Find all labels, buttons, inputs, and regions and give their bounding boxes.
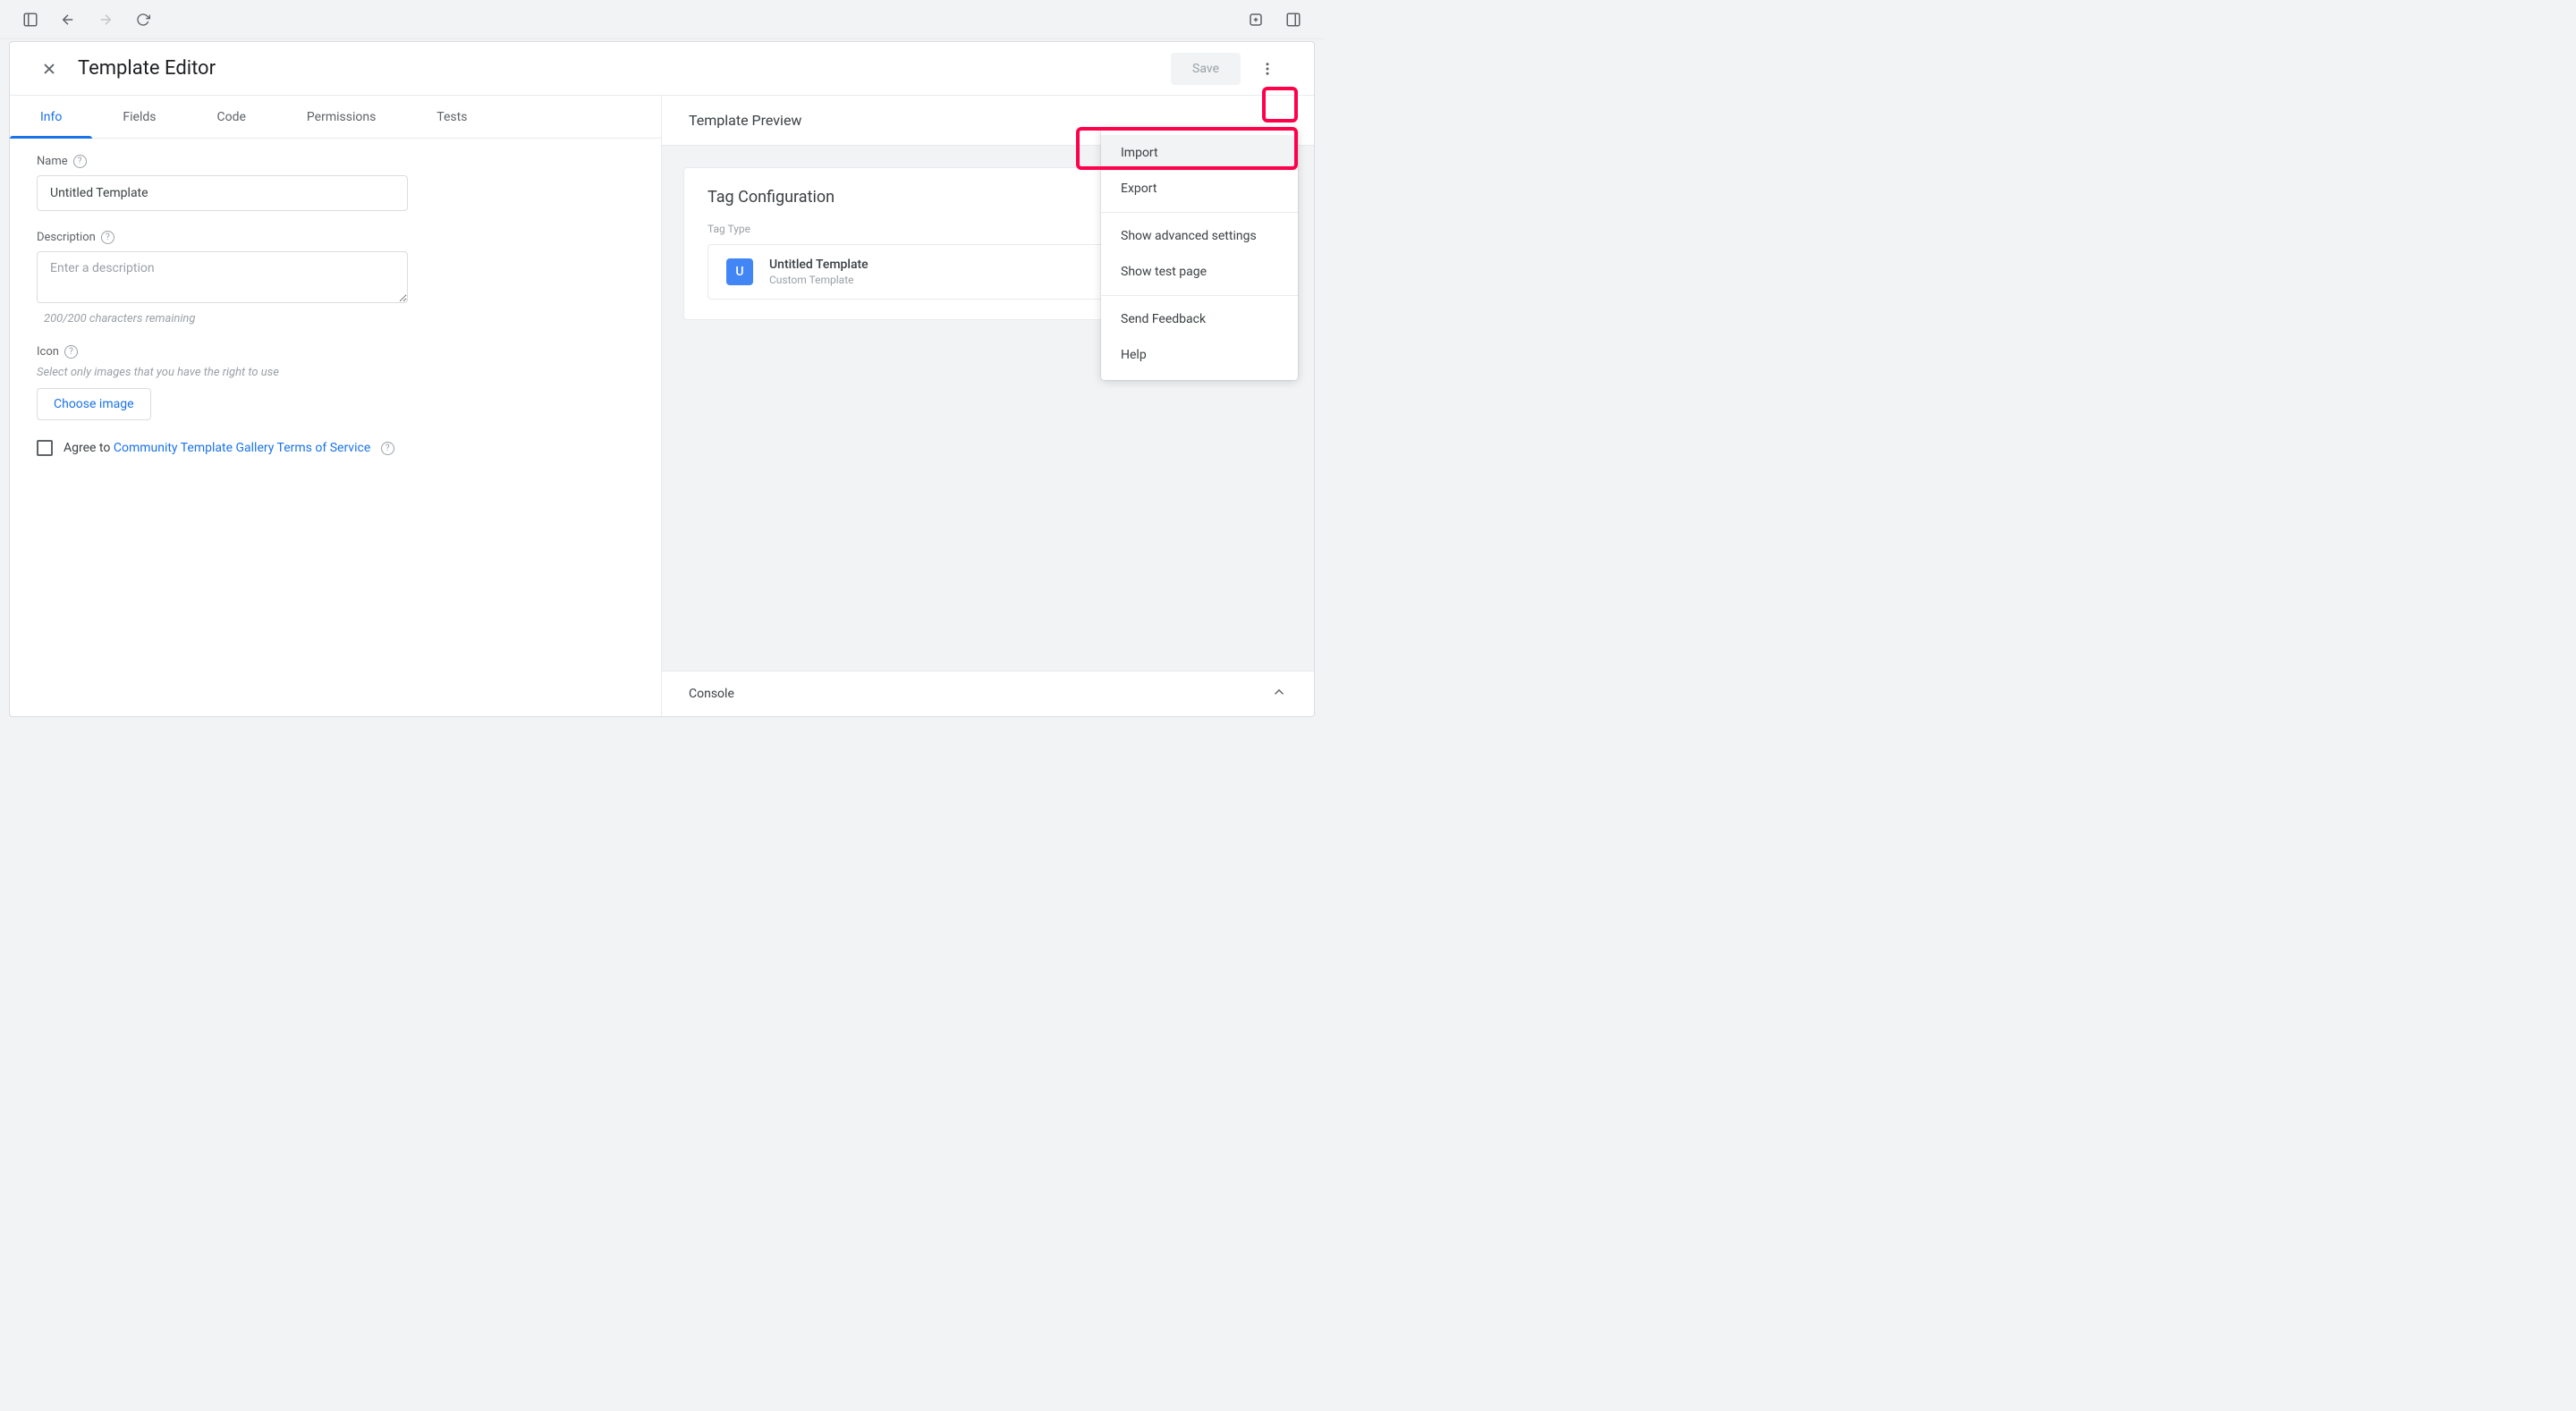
more-menu-button[interactable]	[1251, 53, 1284, 85]
tos-checkbox[interactable]	[37, 440, 53, 456]
tab-fields[interactable]: Fields	[92, 96, 186, 138]
name-label: Name	[37, 155, 68, 168]
forward-icon	[95, 9, 116, 30]
chevron-up-icon[interactable]	[1271, 684, 1287, 704]
icon-label: Icon	[37, 345, 59, 359]
char-remaining: 200/200 characters remaining	[44, 312, 634, 325]
tabs: Info Fields Code Permissions Tests	[10, 96, 661, 139]
help-icon[interactable]: ?	[64, 345, 78, 359]
page-title: Template Editor	[78, 57, 216, 80]
agree-prefix: Agree to	[64, 441, 114, 455]
template-name: Untitled Template	[769, 258, 869, 272]
choose-image-button[interactable]: Choose image	[37, 388, 151, 420]
tos-link[interactable]: Community Template Gallery Terms of Serv…	[114, 441, 370, 455]
description-label: Description	[37, 231, 96, 244]
sidebar-toggle-icon[interactable]	[20, 9, 41, 30]
help-icon[interactable]: ?	[73, 155, 87, 168]
close-icon[interactable]	[35, 55, 64, 83]
name-input[interactable]	[37, 175, 408, 211]
icon-hint: Select only images that you have the rig…	[37, 366, 634, 379]
back-icon[interactable]	[57, 9, 79, 30]
menu-test-page[interactable]: Show test page	[1101, 254, 1298, 290]
description-input[interactable]	[37, 251, 408, 303]
annotation-highlight-import	[1076, 127, 1298, 170]
tab-code[interactable]: Code	[186, 96, 275, 138]
help-icon[interactable]: ?	[101, 231, 114, 244]
console-label: Console	[689, 687, 734, 701]
template-subtype: Custom Template	[769, 274, 869, 286]
template-icon: U	[726, 258, 753, 285]
tab-info[interactable]: Info	[10, 96, 92, 138]
menu-export[interactable]: Export	[1101, 171, 1298, 207]
panel-right-icon[interactable]	[1283, 9, 1304, 30]
page-header: Template Editor Save	[10, 42, 1314, 96]
menu-divider	[1101, 212, 1298, 213]
page: Template Editor Save Info Fields Code Pe…	[9, 41, 1315, 717]
help-icon[interactable]: ?	[381, 442, 394, 455]
menu-help[interactable]: Help	[1101, 337, 1298, 373]
annotation-highlight-more	[1262, 87, 1298, 123]
refresh-icon[interactable]	[132, 9, 154, 30]
console-footer[interactable]: Console	[662, 671, 1314, 716]
editor-pane: Info Fields Code Permissions Tests Name …	[10, 96, 662, 716]
save-button[interactable]: Save	[1171, 53, 1241, 85]
extension-icon[interactable]	[1245, 9, 1267, 30]
tab-tests[interactable]: Tests	[406, 96, 497, 138]
menu-divider	[1101, 295, 1298, 296]
browser-chrome	[0, 0, 1324, 39]
tab-permissions[interactable]: Permissions	[276, 96, 406, 138]
menu-feedback[interactable]: Send Feedback	[1101, 301, 1298, 337]
menu-advanced[interactable]: Show advanced settings	[1101, 218, 1298, 254]
